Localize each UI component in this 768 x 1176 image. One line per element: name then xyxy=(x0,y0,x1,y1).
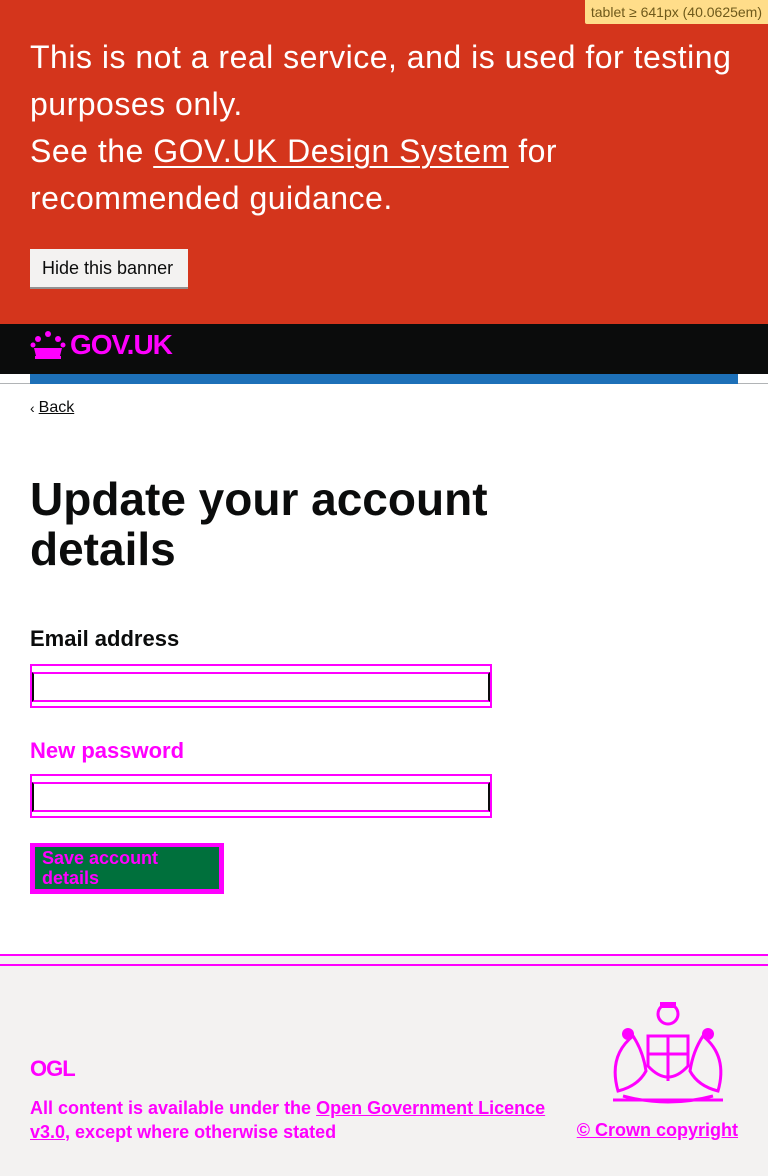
email-field[interactable] xyxy=(34,674,488,700)
ogl-logo: OGL xyxy=(30,1056,76,1081)
licence-prefix: All content is available under the xyxy=(30,1098,317,1118)
design-system-link[interactable]: GOV.UK Design System xyxy=(153,133,509,169)
password-label: New password xyxy=(30,738,185,763)
site-footer: OGL All content is available under the O… xyxy=(0,954,768,1176)
header-accent-bar xyxy=(30,374,738,384)
back-link-label[interactable]: Back xyxy=(39,399,75,417)
password-field-border xyxy=(32,782,490,812)
email-field-wrapper xyxy=(30,664,492,708)
royal-coat-of-arms-icon xyxy=(613,1002,723,1104)
govuk-logo[interactable]: GOV.UK xyxy=(30,329,173,360)
back-link[interactable]: ‹ Back xyxy=(30,399,74,417)
licence-suffix: , except where otherwise stated xyxy=(65,1122,337,1142)
footer-divider xyxy=(0,964,768,966)
crown-icon xyxy=(30,331,66,359)
banner-line-1: This is not a real service, and is used … xyxy=(30,39,732,122)
hide-banner-button[interactable]: Hide this banner xyxy=(30,249,188,287)
crown-copyright-link[interactable]: © Crown copyright xyxy=(577,1120,738,1141)
banner-message: This is not a real service, and is used … xyxy=(30,34,738,222)
chevron-left-icon: ‹ xyxy=(30,400,35,416)
page-title: Update your account details xyxy=(30,473,488,575)
testing-banner: This is not a real service, and is used … xyxy=(0,0,768,324)
licence-text: All content is available under the Open … xyxy=(30,1096,590,1144)
password-field-wrapper xyxy=(30,774,492,818)
govuk-logotype: GOV.UK xyxy=(70,329,173,360)
save-account-details-button[interactable]: Save account details xyxy=(30,843,224,894)
breakpoint-indicator: tablet ≥ 641px (40.0625em) xyxy=(584,0,768,24)
email-label: Email address xyxy=(30,626,180,651)
banner-line-2-prefix: See the xyxy=(30,133,154,169)
site-header: GOV.UK xyxy=(0,324,768,384)
email-field-border xyxy=(32,672,490,702)
password-field[interactable] xyxy=(34,784,488,810)
